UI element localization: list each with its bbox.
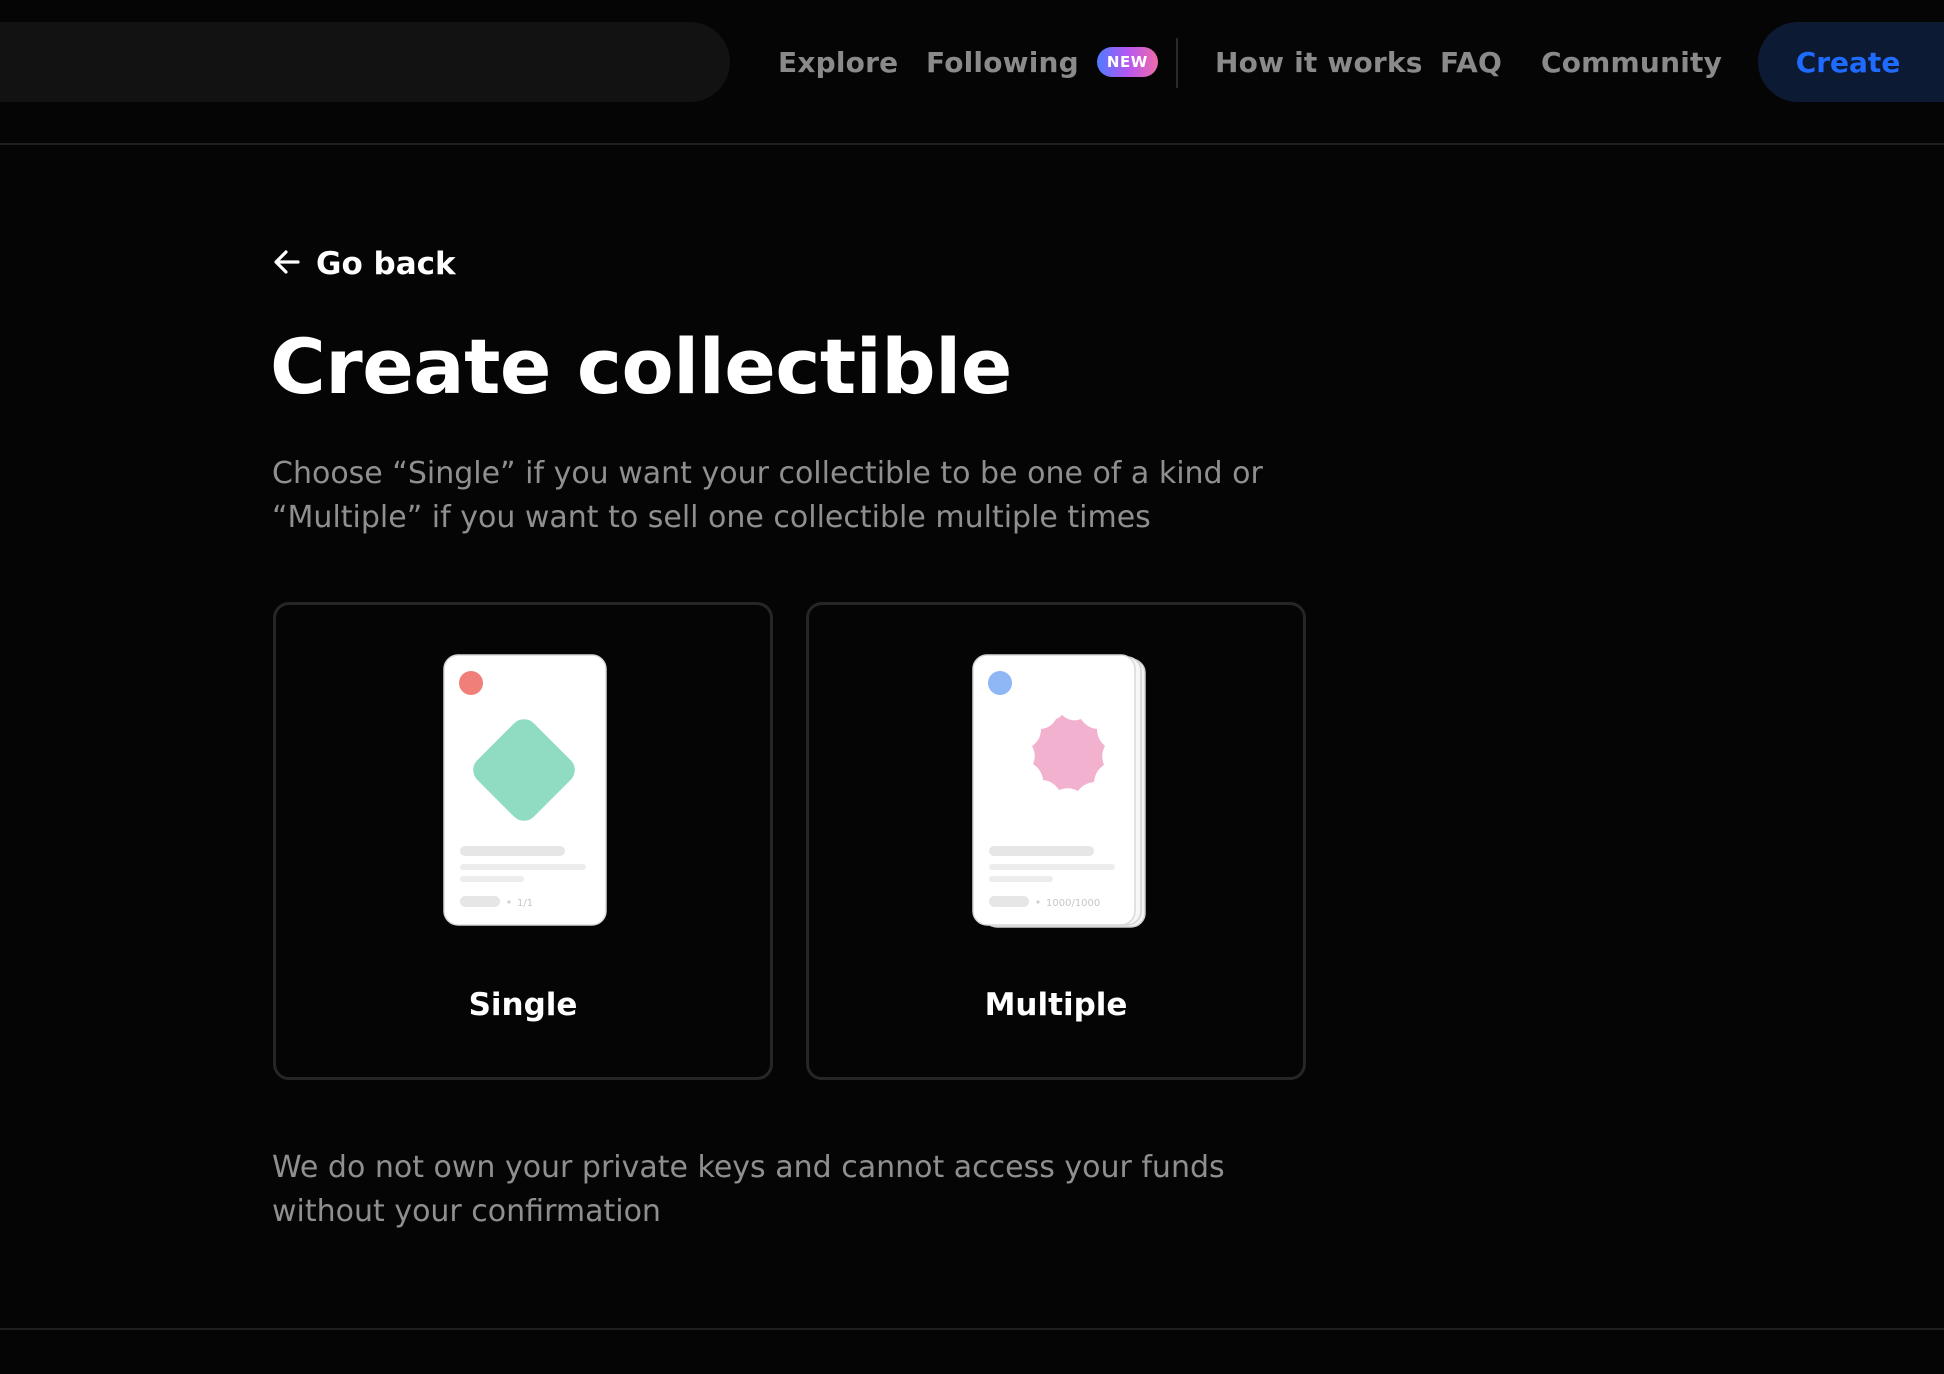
page-title: Create collectible [270, 322, 1012, 411]
footer-note: We do not own your private keys and cann… [272, 1150, 1225, 1229]
multiple-card-preview: 1000/1000 [972, 654, 1146, 928]
multiple-edition-text: 1000/1000 [1046, 898, 1100, 909]
single-option-card[interactable]: 1/1 Single [273, 602, 773, 1080]
top-header: Explore Following NEW How it works FAQ C… [0, 0, 1944, 145]
nav-faq-label[interactable]: FAQ [1440, 46, 1502, 79]
nav-explore[interactable]: Explore [778, 40, 898, 84]
new-badge: NEW [1096, 47, 1158, 77]
single-edition-text: 1/1 [517, 898, 533, 909]
search-bar[interactable] [0, 22, 730, 102]
nav-following-label[interactable]: Following [926, 46, 1079, 79]
nav-community-label[interactable]: Community [1541, 46, 1722, 79]
multiple-option-label: Multiple [984, 987, 1128, 1023]
nav-how-it-works[interactable]: How it works [1215, 40, 1423, 84]
nav-divider [1176, 38, 1178, 88]
go-back-button[interactable]: Go back [272, 242, 456, 286]
page-description: Choose “Single” if you want your collect… [272, 456, 1263, 535]
arrow-left-icon [272, 247, 302, 281]
footer-divider [0, 1328, 1944, 1330]
single-card-preview: 1/1 [443, 654, 607, 926]
nav-following[interactable]: Following NEW [926, 40, 1158, 84]
single-option-label: Single [468, 987, 578, 1023]
multiple-option-card[interactable]: 1000/1000 Multiple [806, 602, 1306, 1080]
go-back-label: Go back [316, 246, 456, 282]
nav-faq[interactable]: FAQ [1440, 40, 1502, 84]
nav-explore-label[interactable]: Explore [778, 46, 898, 79]
nav-community[interactable]: Community [1541, 40, 1722, 84]
nav-how-it-works-label[interactable]: How it works [1215, 46, 1423, 79]
create-button[interactable]: Create [1758, 22, 1944, 102]
